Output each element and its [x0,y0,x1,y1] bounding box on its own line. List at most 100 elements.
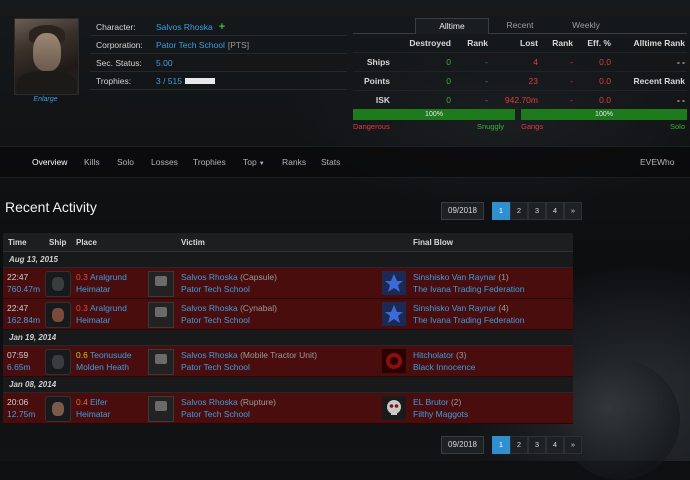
skull-logo-icon[interactable] [382,396,406,420]
page-4-button[interactable]: 4 [545,435,564,454]
final-blow-corp-link[interactable]: Black Innocence [413,361,475,373]
final-blow-link[interactable]: Sinshisko Van Raynar [413,303,496,313]
final-blow-corp-link[interactable]: Filthy Maggots [413,408,468,420]
row-label: Points [364,76,390,86]
ratio-bars: 100% 100% [353,109,687,121]
next-page-button[interactable]: » [563,435,582,454]
page-2-button[interactable]: 2 [509,201,528,220]
victim-link[interactable]: Salvos Rhoska [181,303,238,313]
victim-corp-link[interactable]: Pator Tech School [181,408,250,420]
federation-logo-icon[interactable] [382,302,406,326]
nav-losses[interactable]: Losses [151,147,178,177]
nav-ranks[interactable]: Ranks [282,147,306,177]
victim-link[interactable]: Salvos Rhoska [181,397,238,407]
nav-kills[interactable]: Kills [84,147,100,177]
final-blow-corp-link[interactable]: The Ivana Trading Federation [413,283,525,295]
ship-image[interactable] [45,302,71,328]
nav-evewho[interactable]: EVEWho [640,147,675,177]
victim-corp-link[interactable]: Pator Tech School [181,283,250,295]
region-link[interactable]: Heimatar [76,283,110,295]
character-portrait[interactable] [14,18,79,95]
dangerous-label: Dangerous [353,122,390,131]
page-1-button[interactable]: 1 [491,435,510,454]
plus-icon[interactable]: + [219,21,225,33]
month-selector[interactable]: 09/2018 [441,201,484,220]
final-blow-link[interactable]: EL Brutor [413,397,449,407]
victim-link[interactable]: Salvos Rhoska [181,272,238,282]
character-name-link[interactable]: Salvos Rhoska [156,22,213,32]
final-blow-link[interactable]: Hitcholator [413,350,454,360]
involved-count: (2) [450,397,462,407]
victim-corp-link[interactable]: Pator Tech School [181,361,250,373]
table-row[interactable]: 22:47 162.84m 0.3 Aralgrund Heimatar Sal… [3,299,573,330]
page-4-button[interactable]: 4 [545,201,564,220]
nav-top-label: Top [243,157,257,167]
system-link[interactable]: Eifer [90,396,107,408]
table-row[interactable]: 22:47 760.47m 0.3 Aralgrund Heimatar Sal… [3,268,573,299]
col-place: Place [76,238,97,247]
kill-isk[interactable]: 760.47m [7,283,40,295]
ship-image[interactable] [45,396,71,422]
region-link[interactable]: Heimatar [76,314,110,326]
corp-logo[interactable] [148,349,174,375]
col-final-blow: Final Blow [413,238,453,247]
corp-logo[interactable] [148,396,174,422]
stats-panel: Alltime Recent Weekly Destroyed Rank Los… [353,18,687,110]
next-page-button[interactable]: » [563,201,582,220]
page-2-button[interactable]: 2 [509,435,528,454]
corp-logo[interactable] [148,271,174,297]
federation-logo-icon[interactable] [382,271,406,295]
kill-isk[interactable]: 162.84m [7,314,40,326]
region-link[interactable]: Molden Heath [76,361,129,373]
header-rank: Rank [552,38,573,48]
nav-overview[interactable]: Overview [32,147,67,177]
stats-tabs: Alltime Recent Weekly [353,18,687,34]
date-row: Jan 08, 2014 [3,377,573,393]
lost-value: 4 [533,57,538,67]
table-row[interactable]: 20:06 12.75m 0.4 Eifer Heimatar Salvos R… [3,393,573,424]
destroyed-value: 0 [446,57,451,67]
victim-ship: (Mobile Tractor Unit) [240,350,318,360]
month-selector[interactable]: 09/2018 [441,435,484,454]
final-blow-corp-link[interactable]: The Ivana Trading Federation [413,314,525,326]
tab-alltime[interactable]: Alltime [415,18,489,34]
victim-ship: (Rupture) [240,397,276,407]
table-row[interactable]: 07:59 6.65m 0.6 Teonusude Molden Heath S… [3,346,573,377]
system-link[interactable]: Aralgrund [90,302,127,314]
corp-logo[interactable] [148,302,174,328]
info-row-trophies: Trophies: 3 / 515 [90,72,347,90]
ship-image[interactable] [45,349,71,375]
kill-isk[interactable]: 6.65m [7,361,31,373]
kill-isk[interactable]: 12.75m [7,408,35,420]
system-link[interactable]: Teonusude [90,349,132,361]
final-blow-link[interactable]: Sinshisko Van Raynar [413,272,496,282]
nav-solo[interactable]: Solo [117,147,134,177]
victim-link[interactable]: Salvos Rhoska [181,350,238,360]
rank-value: - [485,57,488,67]
ship-image[interactable] [45,271,71,297]
page-3-button[interactable]: 3 [527,201,546,220]
region-link[interactable]: Heimatar [76,408,110,420]
nav-top-dropdown[interactable]: Top ▼ [243,147,265,177]
kill-time: 20:06 [7,397,29,407]
black-innocence-logo-icon[interactable] [382,349,406,373]
tab-weekly[interactable]: Weekly [551,18,621,33]
page-3-button[interactable]: 3 [527,435,546,454]
victim-corp-link[interactable]: Pator Tech School [181,314,250,326]
corporation-link[interactable]: Pator Tech School [156,40,225,50]
tab-recent[interactable]: Recent [489,18,551,33]
system-security: 0.3 [76,272,88,282]
portrait-face [33,33,61,71]
nav-stats[interactable]: Stats [321,147,340,177]
stats-row-isk: ISK 0 - 942.70m - 0.0 - - [353,91,687,110]
page-1-button[interactable]: 1 [491,201,510,220]
table-header: Time Ship Place Victim Final Blow [3,233,573,252]
kill-time: 22:47 [7,272,29,282]
trophies-link[interactable]: 3 / 515 [156,76,182,86]
date-label: Jan 19, 2014 [9,333,57,342]
pagination-top: 09/2018 1 2 3 4 » [441,201,582,220]
nav-trophies[interactable]: Trophies [193,147,226,177]
system-link[interactable]: Aralgrund [90,271,127,283]
enlarge-link[interactable]: Enlarge [14,96,77,103]
header-alltime-rank: Alltime Rank [633,38,686,48]
